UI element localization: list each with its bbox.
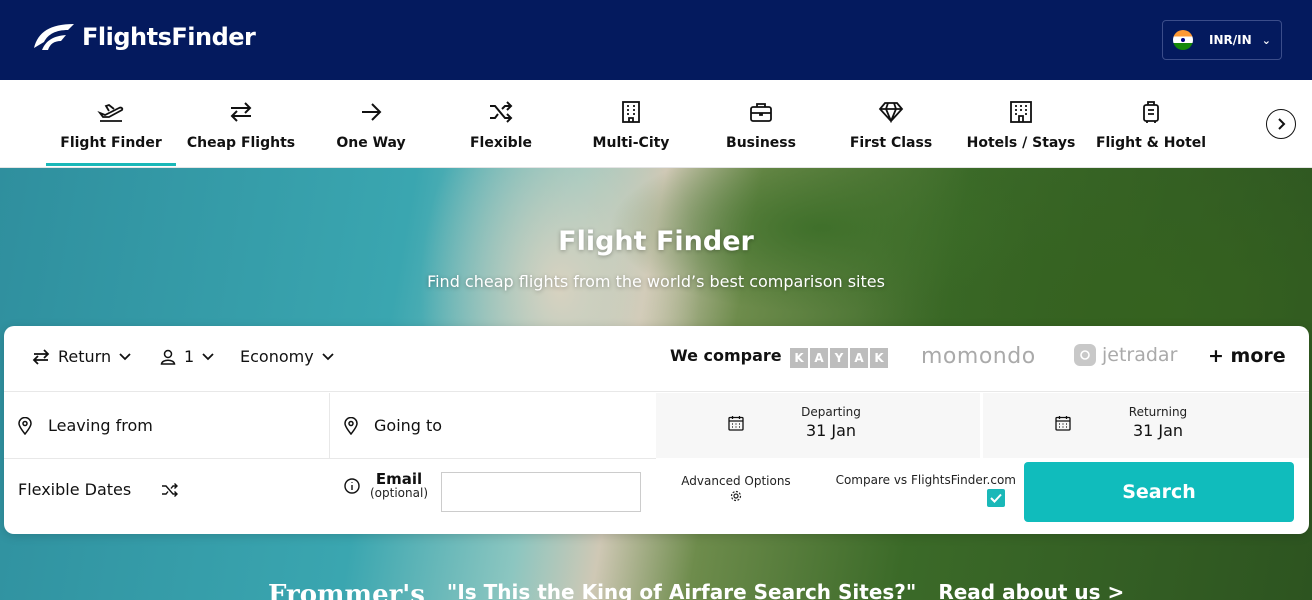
- tab-label: Business: [726, 135, 796, 151]
- nav-next-button[interactable]: [1266, 109, 1296, 139]
- gear-icon: [730, 490, 742, 502]
- returning-text: Returning 31 Jan: [1103, 405, 1213, 440]
- advanced-options-button[interactable]: Advanced Options: [676, 474, 796, 505]
- read-about-us-link[interactable]: Read about us >: [938, 580, 1124, 600]
- momondo-logo: momondo: [921, 344, 1036, 369]
- email-label-text: Email: [375, 470, 423, 488]
- publication-logo: Frommer's: [268, 580, 425, 600]
- checkmark-icon: [990, 493, 1002, 503]
- logo[interactable]: FlightsFinder: [32, 20, 256, 54]
- tab-multi-city[interactable]: Multi-City: [566, 80, 696, 167]
- tab-business[interactable]: Business: [696, 80, 826, 167]
- luggage-icon: [1137, 98, 1165, 126]
- departing-date-field[interactable]: Departing 31 Jan: [656, 393, 982, 458]
- diamond-icon: [877, 98, 905, 126]
- cabin-class-dropdown[interactable]: Economy: [240, 347, 334, 366]
- wing-logo-icon: [34, 24, 74, 50]
- shuffle-icon: [487, 98, 515, 126]
- tab-label: Cheap Flights: [186, 135, 296, 151]
- tab-label: Hotels / Stays: [966, 135, 1076, 151]
- arrow-right-icon: [357, 98, 385, 126]
- advanced-options-label: Advanced Options: [681, 474, 791, 488]
- tab-flexible[interactable]: Flexible: [436, 80, 566, 167]
- press-quote-text: "Is This the King of Airfare Search Site…: [446, 580, 917, 600]
- chevron-right-icon: [1278, 118, 1286, 130]
- we-compare-label: We compare: [670, 346, 782, 365]
- search-options-row: Return 1 Economy We compare KAYAK momond…: [4, 326, 1309, 392]
- chevron-down-icon: ⌄: [1261, 33, 1271, 47]
- search-button[interactable]: Search: [1024, 462, 1294, 522]
- passengers-dropdown[interactable]: 1: [160, 347, 214, 366]
- hero-subtitle: Find cheap flights from the world’s best…: [427, 272, 885, 291]
- jetradar-logo: jetradar: [1074, 344, 1177, 366]
- person-icon: [160, 349, 176, 365]
- swap-arrows-icon: [227, 98, 255, 126]
- hotel-icon: [1007, 98, 1035, 126]
- going-to-placeholder: Going to: [374, 416, 443, 435]
- tab-flight-hotel[interactable]: Flight & Hotel: [1086, 80, 1216, 167]
- more-partners-link[interactable]: + more: [1208, 345, 1286, 367]
- trip-type-value: Return: [58, 347, 112, 366]
- calendar-icon: [1055, 416, 1071, 431]
- email-input[interactable]: [441, 472, 641, 512]
- briefcase-icon: [747, 98, 775, 126]
- chevron-down-icon: [322, 352, 334, 360]
- tab-label: One Way: [336, 135, 406, 151]
- info-icon[interactable]: [344, 477, 360, 494]
- shuffle-icon: [162, 482, 179, 497]
- cabin-class-value: Economy: [240, 347, 314, 366]
- category-nav: Flight Finder Cheap Flights One Way Flex…: [0, 80, 1312, 168]
- tab-first-class[interactable]: First Class: [826, 80, 956, 167]
- tab-label: Flight & Hotel: [1095, 135, 1207, 151]
- flexible-dates-toggle[interactable]: Flexible Dates: [18, 480, 179, 499]
- tab-label: Flexible: [469, 135, 532, 151]
- top-header: FlightsFinder INR/IN ⌄: [0, 0, 1312, 80]
- tab-cheap-flights[interactable]: Cheap Flights: [176, 80, 306, 167]
- currency-label: INR/IN: [1209, 33, 1252, 47]
- departing-label: Departing: [801, 405, 861, 419]
- search-card: Return 1 Economy We compare KAYAK momond…: [4, 326, 1309, 534]
- passengers-value: 1: [184, 347, 195, 366]
- building-icon: [617, 98, 645, 126]
- tab-hotels-stays[interactable]: Hotels / Stays: [956, 80, 1086, 167]
- compare-flightsfinder-label: Compare vs FlightsFinder.com: [835, 473, 1016, 487]
- email-optional-text: (optional): [370, 486, 428, 500]
- returning-value: 31 Jan: [1132, 421, 1184, 440]
- location-pin-icon: [344, 416, 358, 435]
- tab-one-way[interactable]: One Way: [306, 80, 436, 167]
- email-label-group: Email (optional): [344, 472, 428, 499]
- chevron-down-icon: [202, 352, 214, 360]
- tab-label: First Class: [849, 135, 933, 151]
- location-pin-icon: [18, 416, 32, 435]
- hero-title: Flight Finder: [558, 226, 754, 257]
- departing-value: 31 Jan: [805, 421, 857, 440]
- returning-label: Returning: [1128, 405, 1188, 419]
- calendar-icon: [728, 416, 744, 431]
- tab-label: Flight Finder: [60, 135, 162, 151]
- tab-label: Multi-City: [592, 135, 670, 151]
- compare-flightsfinder-checkbox[interactable]: [987, 489, 1005, 507]
- tab-flight-finder[interactable]: Flight Finder: [46, 80, 176, 167]
- email-label: Email (optional): [370, 470, 428, 500]
- going-to-field[interactable]: Going to: [330, 393, 656, 458]
- swap-arrows-icon: [32, 348, 50, 365]
- trip-type-dropdown[interactable]: Return: [32, 347, 131, 366]
- currency-selector[interactable]: INR/IN ⌄: [1162, 20, 1282, 60]
- kayak-logo: KAYAK: [790, 348, 888, 368]
- leaving-from-placeholder: Leaving from: [48, 416, 153, 435]
- returning-date-field[interactable]: Returning 31 Jan: [983, 393, 1309, 458]
- departing-text: Departing 31 Jan: [776, 405, 886, 440]
- logo-text: FlightsFinder: [82, 23, 256, 51]
- india-flag-icon: [1173, 30, 1193, 50]
- leaving-from-field[interactable]: Leaving from: [4, 393, 330, 458]
- jetradar-mark-icon: [1074, 344, 1096, 366]
- flexible-dates-label: Flexible Dates: [18, 480, 132, 499]
- plane-takeoff-icon: [97, 98, 125, 126]
- press-quote: Frommer's "Is This the King of Airfare S…: [268, 580, 1124, 600]
- jetradar-text: jetradar: [1102, 344, 1178, 366]
- chevron-down-icon: [119, 352, 131, 360]
- divider: [4, 458, 656, 459]
